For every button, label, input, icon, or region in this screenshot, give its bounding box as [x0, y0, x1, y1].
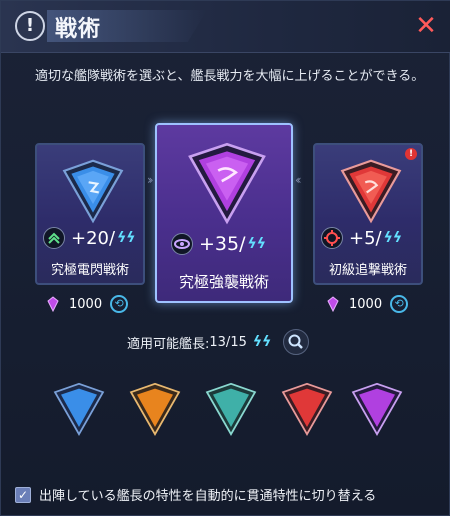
applicable-captains: 適用可能艦長: 13/15 ϟϟ: [127, 329, 310, 355]
tactics-panel: ! 戦術 ✕ 適切な艦隊戦術を選ぶと、艦長戦力を大幅に上げることができる。 +2…: [0, 0, 450, 516]
power-value: +5/: [349, 227, 382, 249]
eye-swirl-icon: [171, 233, 193, 255]
cost-right: 1000 ⟲: [325, 295, 409, 313]
power-value: +35/: [199, 233, 246, 255]
applicable-label: 適用可能艦長:: [127, 336, 210, 352]
info-icon[interactable]: !: [15, 11, 45, 41]
tactic-card-assault-selected[interactable]: +35/ ϟϟ 究極強襲戦術: [155, 123, 293, 303]
crosshair-icon: [321, 227, 343, 249]
mini-emblem-assault-icon[interactable]: [347, 379, 407, 439]
tactic-card-pursuit[interactable]: ! +5/ ϟϟ 初級追撃戦術: [313, 143, 423, 285]
auto-switch-option[interactable]: ✓ 出陣している艦長の特性を自動的に貫通特性に切り替える: [15, 485, 376, 504]
page-title: 戦術: [55, 17, 102, 42]
search-button[interactable]: [283, 329, 310, 355]
cost-left: 1000 ⟲: [45, 295, 129, 313]
tactic-card-lightning[interactable]: +20/ ϟϟ 究極電閃戦術: [35, 143, 145, 285]
mini-emblem-vortex-icon[interactable]: [201, 379, 261, 439]
tactic-name: 究極電閃戦術: [50, 263, 129, 278]
applicable-value: 13/15: [209, 334, 247, 350]
gem-icon: [47, 296, 59, 312]
tactic-name: 究極強襲戦術: [178, 273, 269, 291]
refresh-icon[interactable]: ⟲: [390, 295, 409, 313]
assault-emblem-icon: [188, 142, 266, 225]
gem-icon: [327, 296, 339, 312]
power-value: +20/: [71, 227, 116, 249]
auto-switch-label: 出陣している艦長の特性を自動的に貫通特性に切り替える: [39, 489, 377, 504]
lightning-bolt-icon: ϟϟ: [383, 230, 403, 246]
power-stat: +35/ ϟϟ: [171, 233, 266, 255]
cost-value: 1000: [349, 296, 383, 312]
chevron-left-icon: ‹‹: [295, 173, 301, 187]
lightning-bolt-icon: ϟϟ: [252, 334, 272, 350]
mini-emblem-lightning-icon[interactable]: [49, 379, 109, 439]
lightning-bolt-icon: ϟϟ: [117, 230, 136, 246]
description-text: 適切な艦隊戦術を選ぶと、艦長戦力を大幅に上げることができる。: [35, 69, 425, 84]
power-stat: +20/ ϟϟ: [43, 227, 136, 249]
chevron-right-icon: ››: [147, 173, 153, 187]
panel-header: ! 戦術 ✕: [1, 1, 450, 53]
tactic-name: 初級追撃戦術: [328, 263, 407, 278]
power-stat: +5/ ϟϟ: [321, 227, 402, 249]
pursuit-emblem-icon: [340, 159, 402, 224]
refresh-icon[interactable]: ⟲: [110, 295, 129, 313]
mini-emblem-pursuit-icon[interactable]: [277, 379, 337, 439]
close-icon[interactable]: ✕: [411, 11, 441, 41]
auto-switch-checkbox[interactable]: ✓: [15, 486, 31, 503]
mini-emblem-fire-icon[interactable]: [125, 379, 185, 439]
lightning-bolt-icon: ϟϟ: [247, 236, 266, 252]
search-icon: [288, 334, 304, 349]
chevrons-up-icon: [43, 227, 65, 249]
lightning-emblem-icon: [62, 159, 124, 224]
cost-value: 1000: [69, 296, 103, 312]
